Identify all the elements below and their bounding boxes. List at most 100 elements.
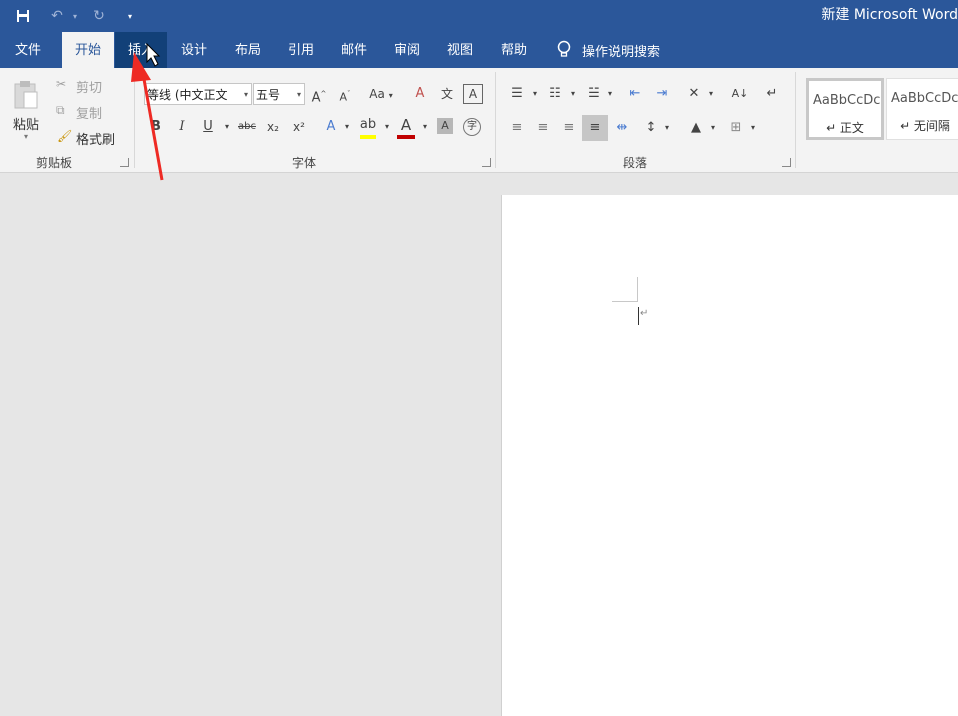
chevron-down-icon[interactable]: ▾ — [530, 84, 540, 104]
crop-mark — [637, 277, 638, 302]
text-cursor — [638, 307, 639, 325]
tab-layout[interactable]: 布局 — [224, 32, 272, 68]
sort-icon[interactable]: A↓ — [730, 84, 750, 104]
style-no-spacing[interactable]: AaBbCcDc ↵ 无间隔 — [886, 78, 958, 140]
tell-me-label: 操作说明搜索 — [582, 44, 661, 60]
undo-icon[interactable]: ↶ — [46, 0, 68, 32]
strikethrough-button[interactable]: abc — [236, 117, 258, 137]
font-color-icon[interactable]: A — [396, 115, 416, 139]
tab-view[interactable]: 视图 — [436, 32, 484, 68]
copy-button[interactable]: 复制 — [76, 103, 102, 122]
tell-me-search[interactable]: 操作说明搜索 — [556, 32, 660, 68]
clipboard-group-label: 剪贴板 — [35, 156, 73, 170]
tab-design[interactable]: 设计 — [170, 32, 218, 68]
underline-dropdown-icon[interactable]: ▾ — [222, 117, 232, 137]
bold-button[interactable]: B — [148, 117, 164, 137]
cut-button[interactable]: 剪切 — [76, 77, 102, 96]
window-title: 新建 Microsoft Word — [821, 7, 958, 23]
chevron-down-icon[interactable]: ▾ — [420, 117, 430, 137]
change-case-button[interactable]: Aa ▾ — [366, 84, 396, 106]
font-group-label: 字体 — [291, 156, 317, 170]
tab-help[interactable]: 帮助 — [490, 32, 538, 68]
style-normal[interactable]: AaBbCcDc ↵ 正文 — [806, 78, 884, 140]
paste-button[interactable]: 粘贴 — [13, 114, 39, 133]
align-center-icon[interactable]: ≡ — [534, 118, 552, 138]
customize-qat-icon[interactable]: ▾ — [122, 0, 138, 32]
font-size-combo[interactable]: 五号 ▾ — [253, 83, 305, 105]
chevron-down-icon[interactable]: ▾ — [708, 118, 718, 138]
tab-insert[interactable]: 插入 — [115, 32, 167, 68]
tab-review[interactable]: 审阅 — [383, 32, 431, 68]
clipboard-launcher-icon[interactable] — [120, 158, 129, 167]
chevron-down-icon: ▾ — [296, 90, 301, 99]
paragraph-launcher-icon[interactable] — [782, 158, 791, 167]
chevron-down-icon[interactable]: ▾ — [748, 118, 758, 138]
justify-icon[interactable]: ≡ — [582, 115, 608, 141]
grow-font-icon[interactable]: A^ — [310, 84, 328, 108]
document-page[interactable]: ↵ — [501, 195, 958, 716]
change-case-label: Aa — [369, 87, 385, 101]
borders-icon[interactable]: ⊞ — [726, 118, 746, 138]
align-right-icon[interactable]: ≡ — [560, 118, 578, 138]
chevron-down-icon[interactable]: ▾ — [662, 118, 672, 138]
ribbon-home: 粘贴 ▾ ✂ 剪切 ⧉ 复制 🖌 格式刷 剪贴板 等线 (中文正文 ▾ 五号 ▾ A… — [0, 68, 958, 173]
bullets-icon[interactable]: ☰ — [508, 84, 526, 104]
text-effects-icon[interactable]: A — [322, 117, 340, 137]
tab-references[interactable]: 引用 — [277, 32, 325, 68]
align-left-icon[interactable]: ≡ — [508, 118, 526, 138]
line-spacing-icon[interactable]: ↕ — [642, 118, 660, 138]
tab-home[interactable]: 开始 — [62, 32, 114, 68]
font-name-combo[interactable]: 等线 (中文正文 ▾ — [144, 83, 252, 105]
crop-mark — [612, 301, 638, 302]
font-name-value: 等线 (中文正文 — [147, 88, 228, 102]
title-bar: ↶ ▾ ↻ ▾ 新建 Microsoft Word — [0, 0, 958, 32]
chevron-down-icon: ▾ — [243, 90, 248, 99]
superscript-button[interactable]: x² — [290, 117, 308, 137]
enclose-characters-icon[interactable]: 字 — [463, 118, 481, 136]
shrink-font-icon[interactable]: Aˇ — [336, 84, 354, 108]
chinese-layout-icon[interactable]: ✕ — [684, 84, 704, 104]
underline-button[interactable]: U — [200, 117, 216, 137]
decrease-indent-icon[interactable]: ⇤ — [625, 84, 645, 104]
paragraph-mark-icon: ↵ — [640, 308, 649, 319]
italic-button[interactable]: I — [174, 117, 190, 137]
group-divider — [795, 72, 796, 168]
chevron-down-icon[interactable]: ▾ — [342, 117, 352, 137]
clear-formatting-icon[interactable]: A — [410, 84, 430, 104]
redo-icon[interactable]: ↻ — [88, 0, 110, 32]
subscript-button[interactable]: x₂ — [264, 117, 282, 137]
increase-indent-icon[interactable]: ⇥ — [652, 84, 672, 104]
character-border-icon[interactable]: A — [463, 84, 483, 104]
style-sample-text: AaBbCcDc — [813, 93, 881, 108]
chevron-down-icon[interactable]: ▾ — [568, 84, 578, 104]
distributed-icon[interactable]: ⇹ — [612, 118, 632, 138]
multilevel-list-icon[interactable]: ☱ — [585, 84, 603, 104]
group-divider — [134, 72, 135, 168]
show-paragraph-marks-icon[interactable]: ↵ — [762, 84, 782, 104]
font-color-bar — [397, 135, 415, 139]
copy-icon: ⧉ — [56, 103, 65, 117]
phonetic-guide-icon[interactable]: 文 — [437, 84, 457, 104]
group-divider — [495, 72, 496, 168]
character-shading-icon[interactable]: A — [437, 118, 453, 134]
paste-icon[interactable] — [12, 80, 40, 110]
save-icon[interactable] — [12, 0, 34, 32]
undo-dropdown-icon[interactable]: ▾ — [70, 0, 80, 32]
highlight-icon[interactable]: ab — [358, 115, 378, 139]
style-name: ↵ 正文 — [826, 121, 864, 135]
shading-icon[interactable]: ▲ — [686, 118, 706, 138]
tab-file[interactable]: 文件 — [0, 32, 56, 68]
paragraph-group-label: 段落 — [622, 156, 648, 170]
chevron-down-icon[interactable]: ▾ — [605, 84, 615, 104]
font-size-value: 五号 — [256, 88, 281, 102]
paste-dropdown-icon[interactable]: ▾ — [24, 132, 28, 141]
chevron-down-icon[interactable]: ▾ — [382, 117, 392, 137]
format-painter-button[interactable]: 格式刷 — [76, 129, 115, 148]
tab-mailings[interactable]: 邮件 — [330, 32, 378, 68]
style-sample-text: AaBbCcDc — [891, 91, 958, 106]
chevron-down-icon: ▾ — [388, 91, 393, 100]
font-launcher-icon[interactable] — [482, 158, 491, 167]
numbering-icon[interactable]: ☷ — [546, 84, 564, 104]
chevron-down-icon[interactable]: ▾ — [706, 84, 716, 104]
lightbulb-icon — [557, 40, 571, 57]
